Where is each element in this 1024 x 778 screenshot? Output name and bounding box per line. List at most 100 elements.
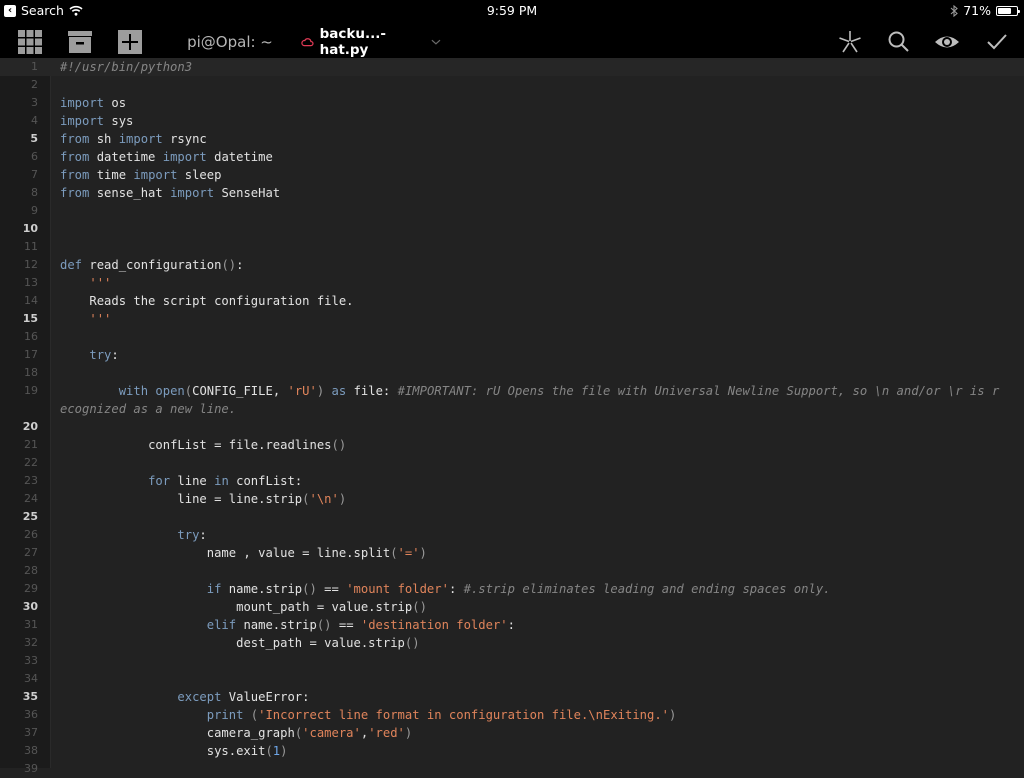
line-number: 1 <box>31 60 38 73</box>
code-line[interactable]: 17 try: <box>0 346 1024 364</box>
code-line[interactable]: 19 with open(CONFIG_FILE, 'rU') as file:… <box>0 382 1024 418</box>
line-number: 2 <box>31 78 38 91</box>
line-text: import sys <box>60 114 134 128</box>
code-line[interactable]: 20 <box>0 418 1024 436</box>
line-number: 32 <box>24 636 38 649</box>
code-line[interactable]: 4 import sys <box>0 112 1024 130</box>
search-icon[interactable] <box>886 29 912 55</box>
code-line[interactable]: 23 for line in confList: <box>0 472 1024 490</box>
code-line[interactable]: 15 ''' <box>0 310 1024 328</box>
code-content[interactable]: 1 #!/usr/bin/python3 2 3 import os 4 import sy… <box>0 58 1024 778</box>
preview-icon[interactable] <box>934 29 960 55</box>
code-line[interactable]: 6 from datetime import datetime <box>0 148 1024 166</box>
code-line[interactable]: 13 ''' <box>0 274 1024 292</box>
line-text: sys.exit(1) <box>60 744 288 758</box>
status-time: 9:59 PM <box>486 3 538 18</box>
line-number: 7 <box>31 168 38 181</box>
line-number: 22 <box>24 456 38 469</box>
code-line[interactable]: 1 #!/usr/bin/python3 <box>0 58 1024 76</box>
line-number: 29 <box>24 582 38 595</box>
code-line[interactable]: 7 from time import sleep <box>0 166 1024 184</box>
line-text: try: <box>177 528 207 542</box>
line-text: ''' <box>89 276 112 290</box>
line-number: 5 <box>30 132 38 145</box>
line-number: 13 <box>24 276 38 289</box>
line-number: 8 <box>31 186 38 199</box>
line-number: 20 <box>22 420 38 433</box>
line-text: from time import sleep <box>60 168 222 182</box>
battery-level <box>998 7 1011 14</box>
code-line[interactable]: 16 <box>0 328 1024 346</box>
code-line[interactable]: 14 Reads the script configuration file. <box>0 292 1024 310</box>
line-text: confList = file.readlines() <box>60 438 347 452</box>
done-icon[interactable] <box>984 29 1010 55</box>
archive-icon[interactable] <box>67 29 93 55</box>
code-editor[interactable]: 1 #!/usr/bin/python3 2 3 import os 4 import sy… <box>0 58 1024 775</box>
add-icon[interactable] <box>117 29 143 55</box>
code-line[interactable]: 12 def read_configuration(): <box>0 256 1024 274</box>
line-text: if name.strip() == 'mount folder': #.str… <box>206 582 831 596</box>
line-number: 23 <box>24 474 38 487</box>
tab-terminal-label: pi@Opal: ~ <box>187 32 273 51</box>
code-line[interactable]: 9 <box>0 202 1024 220</box>
code-line[interactable]: 33 <box>0 652 1024 670</box>
code-line[interactable]: 18 <box>0 364 1024 382</box>
line-text: #!/usr/bin/python3 <box>60 60 193 74</box>
code-line[interactable]: 29 if name.strip() == 'mount folder': #.… <box>0 580 1024 598</box>
code-line[interactable]: 22 <box>0 454 1024 472</box>
code-line[interactable]: 26 try: <box>0 526 1024 544</box>
code-line[interactable]: 21 confList = file.readlines() <box>0 436 1024 454</box>
line-number: 35 <box>22 690 38 703</box>
battery-icon <box>996 5 1020 16</box>
code-line[interactable]: 25 <box>0 508 1024 526</box>
code-line[interactable]: 32 dest_path = value.strip() <box>0 634 1024 652</box>
line-number: 34 <box>24 672 38 685</box>
code-line[interactable]: 37 camera_graph('camera','red') <box>0 724 1024 742</box>
code-line[interactable]: 24 line = line.strip('\n') <box>0 490 1024 508</box>
code-line[interactable]: 3 import os <box>0 94 1024 112</box>
line-number: 39 <box>24 762 38 775</box>
line-text: try: <box>89 348 119 362</box>
line-text: import os <box>60 96 127 110</box>
code-line[interactable]: 28 <box>0 562 1024 580</box>
line-number: 19 <box>24 384 38 397</box>
code-line[interactable]: 30 mount_path = value.strip() <box>0 598 1024 616</box>
code-line[interactable]: 27 name , value = line.split('=') <box>0 544 1024 562</box>
line-text: camera_graph('camera','red') <box>60 726 413 740</box>
code-line[interactable]: 38 sys.exit(1) <box>0 742 1024 760</box>
code-line[interactable]: 34 <box>0 670 1024 688</box>
snippets-icon[interactable] <box>837 29 863 55</box>
line-number: 21 <box>24 438 38 451</box>
line-number: 33 <box>24 654 38 667</box>
code-line[interactable]: 8 from sense_hat import SenseHat <box>0 184 1024 202</box>
grid-icon[interactable] <box>17 29 43 55</box>
line-number: 11 <box>24 240 38 253</box>
line-text: from sense_hat import SenseHat <box>60 186 281 200</box>
code-line[interactable]: 10 <box>0 220 1024 238</box>
code-line[interactable]: 31 elif name.strip() == 'destination fol… <box>0 616 1024 634</box>
line-text: line = line.strip('\n') <box>60 492 347 506</box>
line-number: 3 <box>31 96 38 109</box>
code-line[interactable]: 2 <box>0 76 1024 94</box>
cloud-icon <box>301 37 314 46</box>
chevron-down-icon[interactable] <box>431 38 441 46</box>
code-line[interactable]: 39 <box>0 760 1024 778</box>
line-number: 31 <box>24 618 38 631</box>
code-line[interactable]: 35 except ValueError: <box>0 688 1024 706</box>
line-text: with open(CONFIG_FILE, 'rU') as file: #I… <box>60 384 1000 416</box>
line-text: from sh import rsync <box>60 132 207 146</box>
line-number: 14 <box>24 294 38 307</box>
line-text: elif name.strip() == 'destination folder… <box>206 618 515 632</box>
line-number: 10 <box>22 222 38 235</box>
line-text: print ('Incorrect line format in configu… <box>206 708 677 722</box>
code-line[interactable]: 11 <box>0 238 1024 256</box>
line-number: 30 <box>22 600 38 613</box>
code-line[interactable]: 36 print ('Incorrect line format in conf… <box>0 706 1024 724</box>
line-number: 24 <box>24 492 38 505</box>
code-line[interactable]: 5 from sh import rsync <box>0 130 1024 148</box>
line-text: dest_path = value.strip() <box>60 636 420 650</box>
line-text: from datetime import datetime <box>60 150 273 164</box>
line-number: 17 <box>24 348 38 361</box>
status-bar: ‹ Search 9:59 PM 71% <box>0 0 1024 22</box>
line-text: mount_path = value.strip() <box>60 600 427 614</box>
